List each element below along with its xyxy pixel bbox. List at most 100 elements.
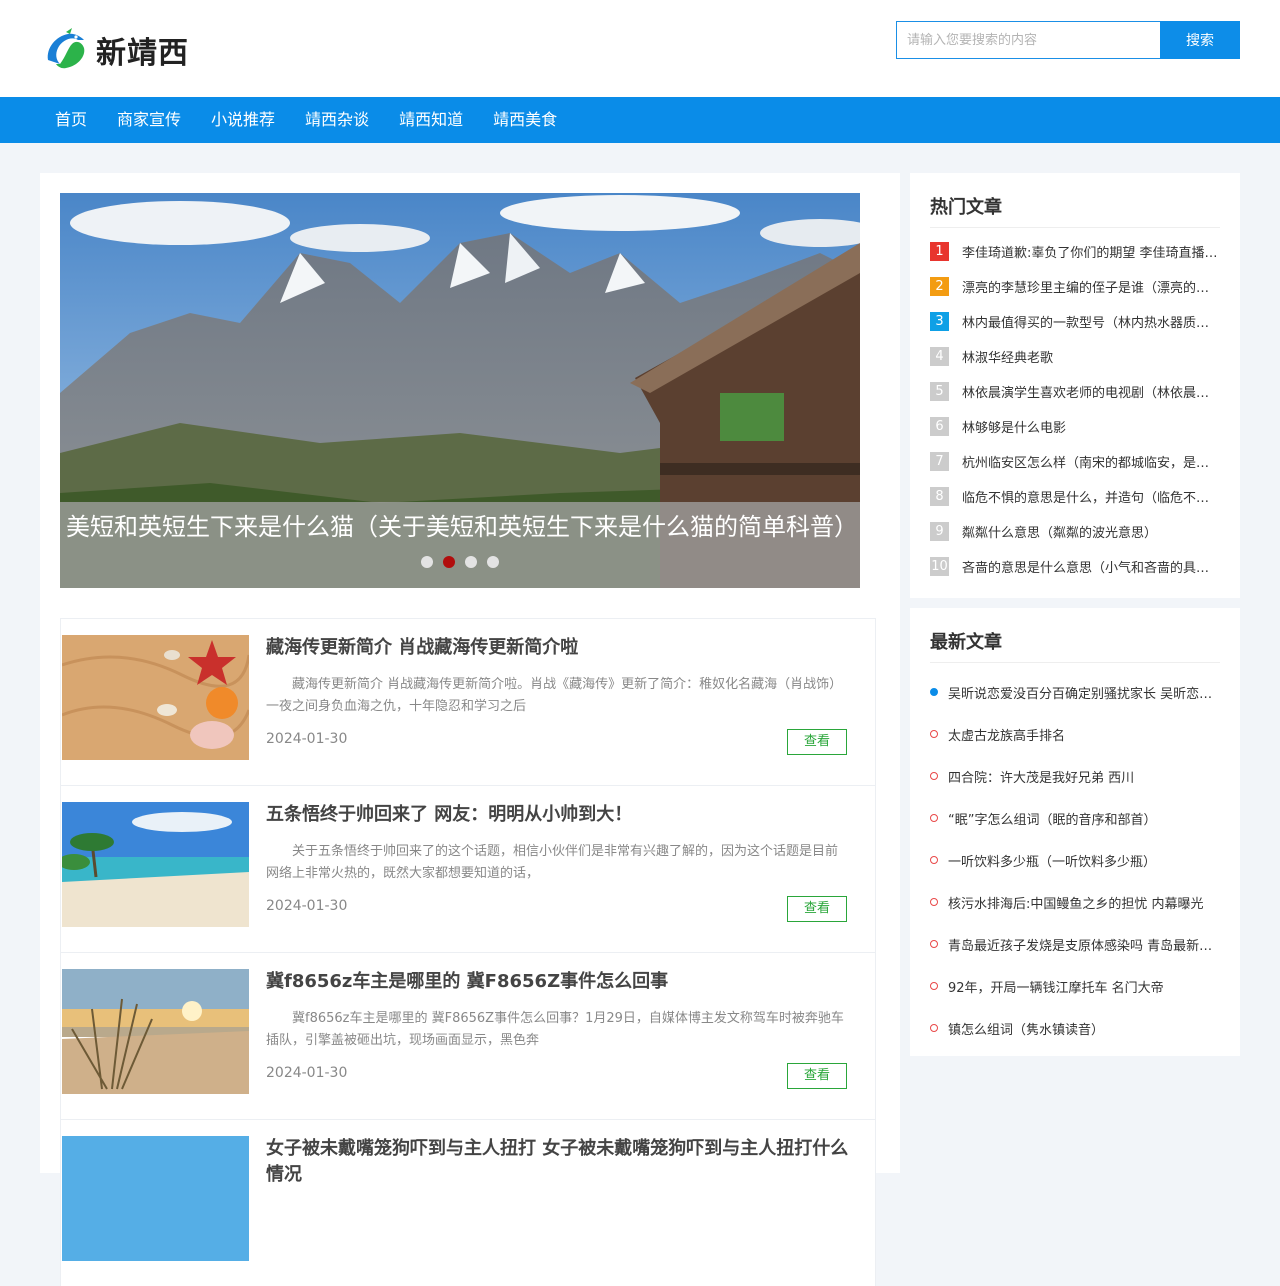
hot-article-item[interactable]: 5 林依晨演学生喜欢老师的电视剧（林依晨和谁的剧） (930, 374, 1220, 409)
latest-article-item[interactable]: 青岛最近孩子发烧是支原体感染吗 青岛最新消息 (930, 923, 1220, 965)
hot-article-title[interactable]: 林够够是什么电影 (962, 417, 1066, 436)
latest-article-item[interactable]: 92年，开局一辆钱江摩托车 名门大帝 (930, 965, 1220, 1007)
article-title[interactable]: 冀f8656z车主是哪里的 冀F8656Z事件怎么回事 (266, 969, 856, 995)
latest-article-item[interactable]: 镇怎么组词（隽水镇读音） (930, 1007, 1220, 1049)
bullet-icon (930, 856, 938, 864)
article-item: 藏海传更新简介 肖战藏海传更新简介啦 藏海传更新简介 肖战藏海传更新简介啦。肖战… (60, 618, 876, 785)
hot-article-title[interactable]: 林内最值得买的一款型号（林内热水器质量怎么样） (962, 312, 1220, 331)
rank-badge: 6 (930, 417, 949, 436)
latest-article-title[interactable]: 吴昕说恋爱没百分百确定别骚扰家长 吴昕恋爱观 (948, 683, 1220, 702)
latest-article-item[interactable]: “眠”字怎么组词（眠的音序和部首） (930, 797, 1220, 839)
hot-article-title[interactable]: 临危不惧的意思是什么，并造句（临危不惧的意思） (962, 487, 1220, 506)
slider-dot[interactable] (421, 556, 433, 568)
rank-badge: 7 (930, 452, 949, 471)
rank-badge: 8 (930, 487, 949, 506)
slide-caption[interactable]: 美短和英短生下来是什么猫（关于美短和英短生下来是什么猫的简单科普） (60, 502, 860, 588)
slider-dot[interactable] (487, 556, 499, 568)
site-header: 新靖西 搜索 (0, 0, 1280, 97)
image-slider[interactable]: 美短和英短生下来是什么猫（关于美短和英短生下来是什么猫的简单科普） (60, 193, 860, 588)
hot-article-title[interactable]: 林依晨演学生喜欢老师的电视剧（林依晨和谁的剧） (962, 382, 1220, 401)
bullet-icon (930, 730, 938, 738)
article-item: 五条悟终于帅回来了 网友：明明从小帅到大！ 关于五条悟终于帅回来了的这个话题，相… (60, 785, 876, 952)
latest-article-title[interactable]: 四合院：许大茂是我好兄弟 西川 (948, 767, 1134, 786)
nav-item-knowledge[interactable]: 靖西知道 (384, 97, 478, 143)
site-logo[interactable]: 新靖西 (42, 26, 189, 74)
hot-article-title[interactable]: 漂亮的李慧珍里主编的侄子是谁（漂亮的李慧珍） (962, 277, 1220, 296)
latest-articles-list: 吴昕说恋爱没百分百确定别骚扰家长 吴昕恋爱观 太虚古龙族高手排名四合院：许大茂是我… (930, 671, 1220, 1049)
latest-article-title[interactable]: 92年，开局一辆钱江摩托车 名门大帝 (948, 977, 1164, 996)
hot-articles-heading: 热门文章 (930, 193, 1220, 228)
latest-article-title[interactable]: 太虚古龙族高手排名 (948, 725, 1065, 744)
latest-article-item[interactable]: 一听饮料多少瓶（一听饮料多少瓶） (930, 839, 1220, 881)
nav-item-food[interactable]: 靖西美食 (478, 97, 572, 143)
hot-article-title[interactable]: 杭州临安区怎么样（南宋的都城临安，是现在的哪里） (962, 452, 1220, 471)
hot-article-item[interactable]: 6 林够够是什么电影 (930, 409, 1220, 444)
view-button[interactable]: 查看 (787, 729, 847, 755)
hot-article-item[interactable]: 9 粼粼什么意思（粼粼的波光意思） (930, 514, 1220, 549)
rank-badge: 9 (930, 522, 949, 541)
article-title[interactable]: 藏海传更新简介 肖战藏海传更新简介啦 (266, 635, 856, 661)
hot-article-item[interactable]: 7 杭州临安区怎么样（南宋的都城临安，是现在的哪里） (930, 444, 1220, 479)
rank-badge: 1 (930, 242, 949, 261)
slider-dots (60, 556, 860, 568)
hot-article-title[interactable]: 李佳琦道歉:辜负了你们的期望 李佳琦直播间道歉 (962, 242, 1220, 261)
bullet-icon (930, 772, 938, 780)
article-date: 2024-01-30 (266, 731, 348, 747)
article-title[interactable]: 女子被未戴嘴笼狗吓到与主人扭打 女子被未戴嘴笼狗吓到与主人扭打什么情况 (266, 1136, 856, 1188)
latest-article-title[interactable]: 一听饮料多少瓶（一听饮料多少瓶） (948, 851, 1156, 870)
latest-article-item[interactable]: 核污水排海后:中国鳗鱼之乡的担忧 内幕曝光 (930, 881, 1220, 923)
article-summary: 冀f8656z车主是哪里的 冀F8656Z事件怎么回事？1月29日，自媒体博主发… (266, 1011, 844, 1048)
article-summary: 关于五条悟终于帅回来了的这个话题，相信小伙伴们是非常有兴趣了解的，因为这个话题是… (266, 844, 839, 881)
latest-articles-panel: 最新文章 吴昕说恋爱没百分百确定别骚扰家长 吴昕恋爱观 太虚古龙族高手排名 四合院：… (910, 608, 1240, 1056)
bullet-icon (930, 982, 938, 990)
bullet-icon (930, 940, 938, 948)
hot-articles-panel: 热门文章 1 李佳琦道歉:辜负了你们的期望 李佳琦直播间道歉 2 漂亮的李慧珍里主编的… (910, 173, 1240, 598)
latest-article-item[interactable]: 四合院：许大茂是我好兄弟 西川 (930, 755, 1220, 797)
hot-article-title[interactable]: 林淑华经典老歌 (962, 347, 1053, 366)
article-item: 女子被未戴嘴笼狗吓到与主人扭打 女子被未戴嘴笼狗吓到与主人扭打什么情况 (60, 1119, 876, 1286)
hot-article-title[interactable]: 吝啬的意思是什么意思（小气和吝啬的具体区别） (962, 557, 1220, 576)
bullet-icon (930, 814, 938, 822)
main-nav: 首页 商家宣传 小说推荐 靖西杂谈 靖西知道 靖西美食 (0, 97, 1280, 143)
hot-article-item[interactable]: 10 吝啬的意思是什么意思（小气和吝啬的具体区别） (930, 549, 1220, 584)
bullet-icon (930, 688, 938, 696)
latest-article-title[interactable]: 核污水排海后:中国鳗鱼之乡的担忧 内幕曝光 (948, 893, 1204, 912)
search-button[interactable]: 搜索 (1160, 21, 1240, 59)
article-thumbnail[interactable] (62, 802, 249, 927)
view-button[interactable]: 查看 (787, 1063, 847, 1089)
nav-item-talk[interactable]: 靖西杂谈 (290, 97, 384, 143)
rank-badge: 10 (930, 557, 949, 576)
article-thumbnail[interactable] (62, 635, 249, 760)
hot-article-title[interactable]: 粼粼什么意思（粼粼的波光意思） (962, 522, 1157, 541)
bullet-icon (930, 1024, 938, 1032)
search-input[interactable] (896, 21, 1160, 59)
hot-article-item[interactable]: 3 林内最值得买的一款型号（林内热水器质量怎么样） (930, 304, 1220, 339)
nav-item-novels[interactable]: 小说推荐 (196, 97, 290, 143)
site-name: 新靖西 (96, 36, 189, 71)
article-summary: 藏海传更新简介 肖战藏海传更新简介啦。肖战《藏海传》更新了简介：稚奴化名藏海（肖… (266, 677, 843, 714)
article-date: 2024-01-30 (266, 1065, 348, 1081)
main-content: 美短和英短生下来是什么猫（关于美短和英短生下来是什么猫的简单科普） 藏海传更新简… (40, 173, 900, 1286)
search-bar: 搜索 (896, 21, 1240, 59)
nav-item-home[interactable]: 首页 (40, 97, 102, 143)
latest-article-title[interactable]: 镇怎么组词（隽水镇读音） (948, 1019, 1104, 1038)
hot-article-item[interactable]: 8 临危不惧的意思是什么，并造句（临危不惧的意思） (930, 479, 1220, 514)
nav-item-merchant[interactable]: 商家宣传 (102, 97, 196, 143)
slider-dot[interactable] (465, 556, 477, 568)
slider-dot-active[interactable] (443, 556, 455, 568)
article-list: 藏海传更新简介 肖战藏海传更新简介啦 藏海传更新简介 肖战藏海传更新简介啦。肖战… (60, 618, 876, 1286)
article-date: 2024-01-30 (266, 898, 348, 914)
latest-article-title[interactable]: 青岛最近孩子发烧是支原体感染吗 青岛最新消息 (948, 935, 1220, 954)
article-title[interactable]: 五条悟终于帅回来了 网友：明明从小帅到大！ (266, 802, 856, 828)
view-button[interactable]: 查看 (787, 896, 847, 922)
latest-article-item[interactable]: 太虚古龙族高手排名 (930, 713, 1220, 755)
hot-article-item[interactable]: 4 林淑华经典老歌 (930, 339, 1220, 374)
rank-badge: 5 (930, 382, 949, 401)
rank-badge: 4 (930, 347, 949, 366)
latest-article-title[interactable]: “眠”字怎么组词（眠的音序和部首） (948, 809, 1156, 828)
hot-article-item[interactable]: 2 漂亮的李慧珍里主编的侄子是谁（漂亮的李慧珍） (930, 269, 1220, 304)
latest-article-item[interactable]: 吴昕说恋爱没百分百确定别骚扰家长 吴昕恋爱观 (930, 671, 1220, 713)
article-thumbnail[interactable] (62, 969, 249, 1094)
hot-article-item[interactable]: 1 李佳琦道歉:辜负了你们的期望 李佳琦直播间道歉 (930, 234, 1220, 269)
article-thumbnail[interactable] (62, 1136, 249, 1261)
